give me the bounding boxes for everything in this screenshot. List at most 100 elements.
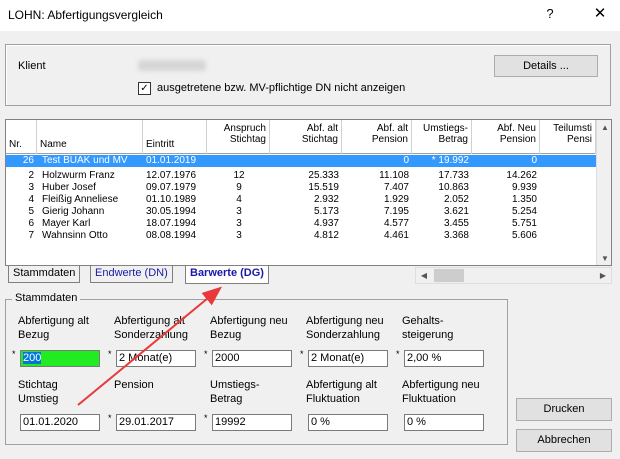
print-button[interactable]: Drucken — [516, 398, 612, 421]
tab-barwerte[interactable]: Barwerte (DG) — [185, 266, 269, 284]
stichtag-umstieg-label: Stichtag Umstieg — [18, 379, 59, 405]
col-nr-header[interactable]: Nr. — [6, 120, 37, 154]
abf-alt-bezug-field[interactable]: 200 — [20, 350, 100, 367]
cell-abf-alt-stichtag: 5.173 — [313, 206, 339, 217]
cell-umstiegs-betrag: 3.368 — [443, 230, 469, 241]
cell-abf-alt-pension: 4.577 — [383, 218, 409, 229]
abf-alt-fluktuation-label: Abfertigung alt Fluktuation — [306, 379, 377, 405]
close-button[interactable]: ✕ — [588, 4, 612, 22]
abf-neu-bezug-label: Abfertigung neu Bezug — [210, 315, 288, 341]
abf-alt-sonderzahlung-field[interactable]: 2 Monat(e) — [116, 350, 196, 367]
col-teilumstieg-header[interactable]: Teilumsti Pensi — [540, 120, 596, 154]
cell-anspruch: 12 — [233, 170, 245, 181]
cell-nr: 7 — [28, 230, 34, 241]
cell-abf-alt-stichtag: 15.519 — [308, 182, 339, 193]
abf-alt-sonderzahlung-marker: * — [108, 349, 112, 359]
table-row[interactable]: 6 Mayer Karl 18.07.1994 3 4.937 4.577 3.455 5.7… — [6, 218, 596, 230]
table-row-selected[interactable]: 26 Test BUAK und MV 01.01.2019 0 * 19.992 0 — [6, 155, 596, 167]
cell-name: Holzwurm Franz — [42, 170, 115, 181]
cell-umstiegs-betrag: 3.455 — [443, 218, 469, 229]
cell-name: Wahnsinn Otto — [42, 230, 108, 241]
cell-eintritt: 30.05.1994 — [146, 206, 197, 217]
hide-exited-label: ausgetretene bzw. MV-pflichtige DN nicht… — [157, 82, 406, 94]
cell-name: Fleißig Anneliese — [42, 194, 119, 205]
pension-label: Pension — [114, 379, 154, 391]
cell-nr: 26 — [22, 155, 34, 166]
cell-anspruch: 3 — [236, 230, 242, 241]
stichtag-umstieg-field[interactable]: 01.01.2020 — [20, 414, 100, 431]
cell-umstiegs-betrag: 2.052 — [443, 194, 469, 205]
cell-eintritt: 09.07.1979 — [146, 182, 197, 193]
abf-alt-bezug-marker: * — [12, 349, 16, 359]
table-row[interactable]: 5 Gierig Johann 30.05.1994 3 5.173 7.195 3.621… — [6, 206, 596, 218]
cell-nr: 4 — [28, 194, 34, 205]
abf-neu-sonderzahlung-marker: * — [300, 349, 304, 359]
cell-name: Test BUAK und MV — [42, 155, 128, 166]
cell-eintritt: 12.07.1976 — [146, 170, 197, 181]
cell-abf-alt-stichtag: 25.333 — [308, 170, 339, 181]
cell-nr: 2 — [28, 170, 34, 181]
abf-neu-bezug-field[interactable]: 2000 — [212, 350, 292, 367]
abf-neu-sonderzahlung-field[interactable]: 2 Monat(e) — [308, 350, 388, 367]
scroll-left-icon[interactable]: ◀ — [416, 268, 432, 283]
scroll-up-icon[interactable]: ▲ — [597, 120, 611, 136]
umstiegs-betrag-marker: * — [204, 413, 208, 423]
cell-nr: 5 — [28, 206, 34, 217]
grid-header: Nr. Name Eintritt Anspruch Stichtag Abf.… — [6, 120, 596, 154]
employee-grid[interactable]: Nr. Name Eintritt Anspruch Stichtag Abf.… — [5, 119, 612, 266]
umstiegs-betrag-field[interactable]: 19992 — [212, 414, 292, 431]
details-button[interactable]: Details ... — [494, 55, 598, 77]
col-name-header[interactable]: Name — [37, 120, 143, 154]
cell-umstiegs-betrag: 17.733 — [438, 170, 469, 181]
cell-eintritt: 08.08.1994 — [146, 230, 197, 241]
cell-abf-neu-pension: 1.350 — [511, 194, 537, 205]
cell-eintritt: 01.10.1989 — [146, 194, 197, 205]
stichtag-umstieg-value: 01.01.2020 — [23, 416, 79, 428]
abf-neu-sonderzahlung-label: Abfertigung neu Sonderzahlung — [306, 315, 384, 341]
umstiegs-betrag-value: 19992 — [215, 416, 246, 428]
horizontal-scrollbar[interactable]: ◀ ▶ — [415, 267, 612, 284]
col-eintritt-header[interactable]: Eintritt — [143, 120, 207, 154]
cell-abf-alt-stichtag: 2.932 — [313, 194, 339, 205]
stammdaten-legend: Stammdaten — [12, 292, 81, 304]
abf-alt-fluktuation-field[interactable]: 0 % — [308, 414, 388, 431]
cell-umstiegs-betrag: * 19.992 — [431, 155, 469, 166]
cell-abf-alt-stichtag: 4.812 — [313, 230, 339, 241]
table-row[interactable]: 3 Huber Josef 09.07.1979 9 15.519 7.407 10.863… — [6, 182, 596, 194]
abf-neu-bezug-value: 2000 — [215, 352, 240, 364]
cell-umstiegs-betrag: 10.863 — [438, 182, 469, 193]
cell-eintritt: 01.01.2019 — [146, 155, 197, 166]
cell-name: Gierig Johann — [42, 206, 105, 217]
col-umstiegs-betrag-header[interactable]: Umstiegs- Betrag — [412, 120, 472, 154]
umstiegs-betrag-label: Umstiegs- Betrag — [210, 379, 260, 405]
cancel-button[interactable]: Abbrechen — [516, 429, 612, 452]
cell-anspruch: 3 — [236, 218, 242, 229]
scroll-down-icon[interactable]: ▼ — [597, 251, 611, 265]
abf-alt-sonderzahlung-label: Abfertigung alt Sonderzahlung — [114, 315, 189, 341]
cell-abf-neu-pension: 5.751 — [511, 218, 537, 229]
table-row[interactable]: 2 Holzwurm Franz 12.07.1976 12 25.333 11.108 1… — [6, 170, 596, 182]
gehaltssteigerung-field[interactable]: 2,00 % — [404, 350, 484, 367]
help-button[interactable]: ? — [540, 6, 560, 21]
cell-name: Huber Josef — [42, 182, 96, 193]
abf-neu-fluktuation-field[interactable]: 0 % — [404, 414, 484, 431]
col-anspruch-header[interactable]: Anspruch Stichtag — [207, 120, 270, 154]
pension-field[interactable]: 29.01.2017 — [116, 414, 196, 431]
abf-neu-fluktuation-label: Abfertigung neu Fluktuation — [402, 379, 480, 405]
cell-abf-neu-pension: 0 — [531, 155, 537, 166]
col-abf-alt-stichtag-header[interactable]: Abf. alt Stichtag — [270, 120, 342, 154]
cell-abf-alt-pension: 7.407 — [383, 182, 409, 193]
cell-nr: 6 — [28, 218, 34, 229]
col-abf-alt-pension-header[interactable]: Abf. alt Pension — [342, 120, 412, 154]
scroll-thumb[interactable] — [434, 269, 464, 282]
col-abf-neu-pension-header[interactable]: Abf. Neu Pension — [472, 120, 540, 154]
table-row[interactable]: 7 Wahnsinn Otto 08.08.1994 3 4.812 4.461 3.368… — [6, 230, 596, 242]
hide-exited-checkbox[interactable]: ✓ — [138, 82, 151, 95]
scroll-right-icon[interactable]: ▶ — [595, 268, 611, 283]
vertical-scrollbar[interactable]: ▲ ▼ — [596, 120, 611, 265]
tab-endwerte[interactable]: Endwerte (DN) — [90, 266, 173, 283]
tab-stammdaten[interactable]: Stammdaten — [8, 266, 81, 283]
gehaltssteigerung-value: 2,00 % — [407, 352, 442, 364]
table-row[interactable]: 4 Fleißig Anneliese 01.10.1989 4 2.932 1.929 2… — [6, 194, 596, 206]
abf-neu-fluktuation-value: 0 % — [407, 416, 426, 428]
